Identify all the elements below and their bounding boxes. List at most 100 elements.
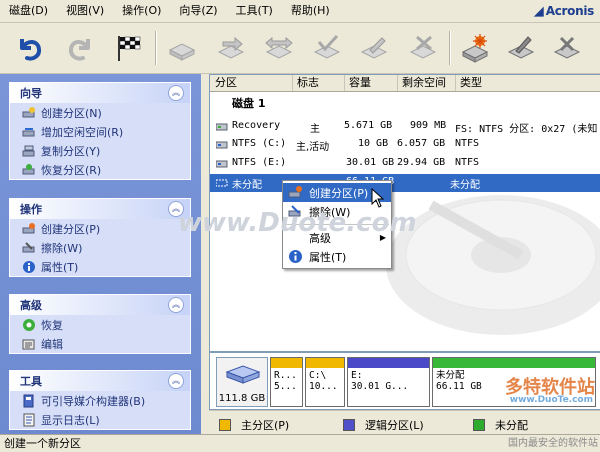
create-partition-icon — [288, 186, 302, 198]
adv-recover[interactable]: 恢复 — [10, 315, 190, 334]
delete-partition-icon — [409, 35, 437, 59]
disk-map-disk[interactable]: 111.8 GB — [216, 357, 268, 407]
col-capacity[interactable]: 容量 — [344, 75, 398, 91]
redo-icon — [68, 39, 90, 61]
wizard-panel-header[interactable]: 向导 ︽ — [10, 83, 190, 103]
delete-partition-button[interactable] — [404, 29, 442, 67]
op-wipe[interactable]: 擦除(W) — [10, 238, 190, 257]
undo-button[interactable] — [10, 29, 48, 67]
disk-map-part-c[interactable]: C:\ 10... — [305, 357, 345, 407]
partition-type: NTFS — [455, 138, 480, 149]
op-properties[interactable]: 属性(T) — [10, 257, 190, 276]
wizard-increase-free-space-label: 增加空闲空间(R) — [41, 125, 124, 139]
commit-button[interactable] — [110, 29, 148, 67]
more-icon — [553, 36, 581, 59]
menu-help[interactable]: 帮助(H) — [282, 0, 339, 22]
create-partition-button[interactable] — [163, 29, 201, 67]
partition-free: 29.94 GB — [397, 157, 446, 168]
disk-map-part-recovery[interactable]: R... 5... — [270, 357, 303, 407]
tools-panel-header[interactable]: 工具 ︽ — [10, 371, 190, 391]
op-create-partition-label: 创建分区(P) — [41, 222, 101, 236]
wizard-button[interactable] — [456, 29, 494, 67]
format-icon — [313, 34, 341, 59]
redo-button[interactable] — [62, 29, 100, 67]
tool-show-log[interactable]: 显示日志(L) — [10, 410, 190, 429]
commit-flag-icon — [118, 36, 141, 61]
disk-add-icon — [22, 106, 36, 120]
part-size: 30.01 G... — [351, 381, 409, 392]
move-partition-button[interactable] — [212, 29, 250, 67]
ctx-create-partition-label: 创建分区(P) — [309, 186, 369, 200]
ctx-properties[interactable]: 属性(T) — [283, 247, 391, 266]
menu-bar: 磁盘(D) 视图(V) 操作(O) 向导(Z) 工具(T) 帮助(H) ◢ Ac… — [0, 0, 600, 23]
partition-type: NTFS — [455, 157, 480, 168]
wizard-recover-partition-label: 恢复分区(R) — [41, 163, 102, 177]
collapse-chevron-icon[interactable]: ︽ — [168, 85, 184, 101]
corner-watermark-sub: 国内最安全的软件站 — [508, 438, 598, 449]
op-wipe-label: 擦除(W) — [41, 241, 83, 255]
partition-row[interactable]: Recovery 主 5.671 GB 909 MB FS: NTFS 分区: … — [210, 118, 600, 136]
legend-swatch — [219, 419, 231, 431]
operations-panel-title: 操作 — [20, 203, 42, 216]
brand-name: Acronis — [545, 4, 595, 18]
col-free-space[interactable]: 剩余空间 — [397, 75, 456, 91]
tool-bootable-media-builder[interactable]: 可引导媒介构建器(B) — [10, 391, 190, 410]
resize-partition-button[interactable] — [260, 29, 298, 67]
operations-panel-header[interactable]: 操作 ︽ — [10, 199, 190, 219]
menu-wizards[interactable]: 向导(Z) — [170, 0, 226, 22]
legend: 主分区(P) 逻辑分区(L) 未分配 — [209, 410, 600, 435]
wizard-copy-partition[interactable]: 复制分区(Y) — [10, 141, 190, 160]
partition-row-selected[interactable]: 未分配 66.11 GB 未分配 — [210, 174, 600, 192]
properties-button[interactable] — [502, 29, 540, 67]
partition-row[interactable]: NTFS (C:) 主,活动 10 GB 6.057 GB NTFS — [210, 136, 600, 154]
menu-disk[interactable]: 磁盘(D) — [0, 0, 57, 22]
wizard-create-partition[interactable]: 创建分区(N) — [10, 103, 190, 122]
tools-panel: 工具 ︽ 可引导媒介构建器(B) 显示日志(L) — [9, 370, 191, 430]
legend-primary: 主分区(P) — [219, 417, 289, 433]
copy-partition-icon — [360, 37, 388, 59]
legend-primary-label: 主分区(P) — [241, 419, 290, 432]
col-type[interactable]: 类型 — [455, 75, 600, 91]
wizard-increase-free-space[interactable]: 增加空闲空间(R) — [10, 122, 190, 141]
collapse-chevron-icon[interactable]: ︽ — [168, 297, 184, 313]
operations-panel: 操作 ︽ 创建分区(P) 擦除(W) 属性(T) — [9, 198, 191, 277]
create-partition-icon — [168, 43, 196, 61]
partition-name: Recovery — [232, 120, 281, 131]
adv-edit-label: 编辑 — [41, 337, 63, 351]
advanced-panel-title: 高级 — [20, 299, 42, 312]
column-header: 分区 标志 容量 剩余空间 类型 — [210, 75, 600, 92]
wizard-recover-partition[interactable]: 恢复分区(R) — [10, 160, 190, 179]
col-partition[interactable]: 分区 — [210, 75, 293, 91]
disk-recover-icon — [22, 163, 36, 177]
col-flags[interactable]: 标志 — [292, 75, 345, 91]
toolbar-separator — [155, 31, 157, 65]
status-text: 创建一个新分区 — [4, 437, 81, 450]
menu-view[interactable]: 视图(V) — [57, 0, 113, 22]
menu-tools[interactable]: 工具(T) — [227, 0, 282, 22]
copy-partition-button[interactable] — [355, 29, 393, 67]
collapse-chevron-icon[interactable]: ︽ — [168, 373, 184, 389]
partition-size: 10 GB — [358, 138, 389, 149]
hard-disk-icon — [225, 365, 261, 384]
menu-operations[interactable]: 操作(O) — [113, 0, 170, 22]
advanced-panel-header[interactable]: 高级 ︽ — [10, 295, 190, 315]
ctx-properties-label: 属性(T) — [309, 250, 347, 264]
legend-logical: 逻辑分区(L) — [343, 417, 424, 433]
partition-drive-icon — [216, 123, 228, 131]
format-button[interactable] — [308, 29, 346, 67]
disk-map: 111.8 GB R... 5... C:\ 10... E: 30.01 G.… — [209, 352, 600, 410]
part-size: 10... — [309, 381, 338, 392]
partition-row[interactable]: NTFS (E:) 30.01 GB 29.94 GB NTFS — [210, 155, 600, 173]
adv-edit[interactable]: 编辑 — [10, 334, 190, 353]
resize-partition-icon — [265, 36, 293, 59]
status-bar: 创建一个新分区 国内最安全的软件站 — [0, 434, 600, 452]
info-icon — [289, 250, 302, 263]
wizard-panel: 向导 ︽ 创建分区(N) 增加空闲空间(R) 复制分区(Y) 恢复分区(R) — [9, 82, 191, 180]
disk-map-part-e[interactable]: E: 30.01 G... — [347, 357, 430, 407]
op-create-partition[interactable]: 创建分区(P) — [10, 219, 190, 238]
more-button[interactable] — [548, 29, 586, 67]
part-label: R... — [274, 370, 297, 381]
disk-header-row: 磁盘 1 — [210, 93, 600, 111]
task-sidebar: 向导 ︽ 创建分区(N) 增加空闲空间(R) 复制分区(Y) 恢复分区(R) 操… — [0, 74, 201, 434]
acronis-logo: ◢ Acronis — [534, 2, 595, 20]
